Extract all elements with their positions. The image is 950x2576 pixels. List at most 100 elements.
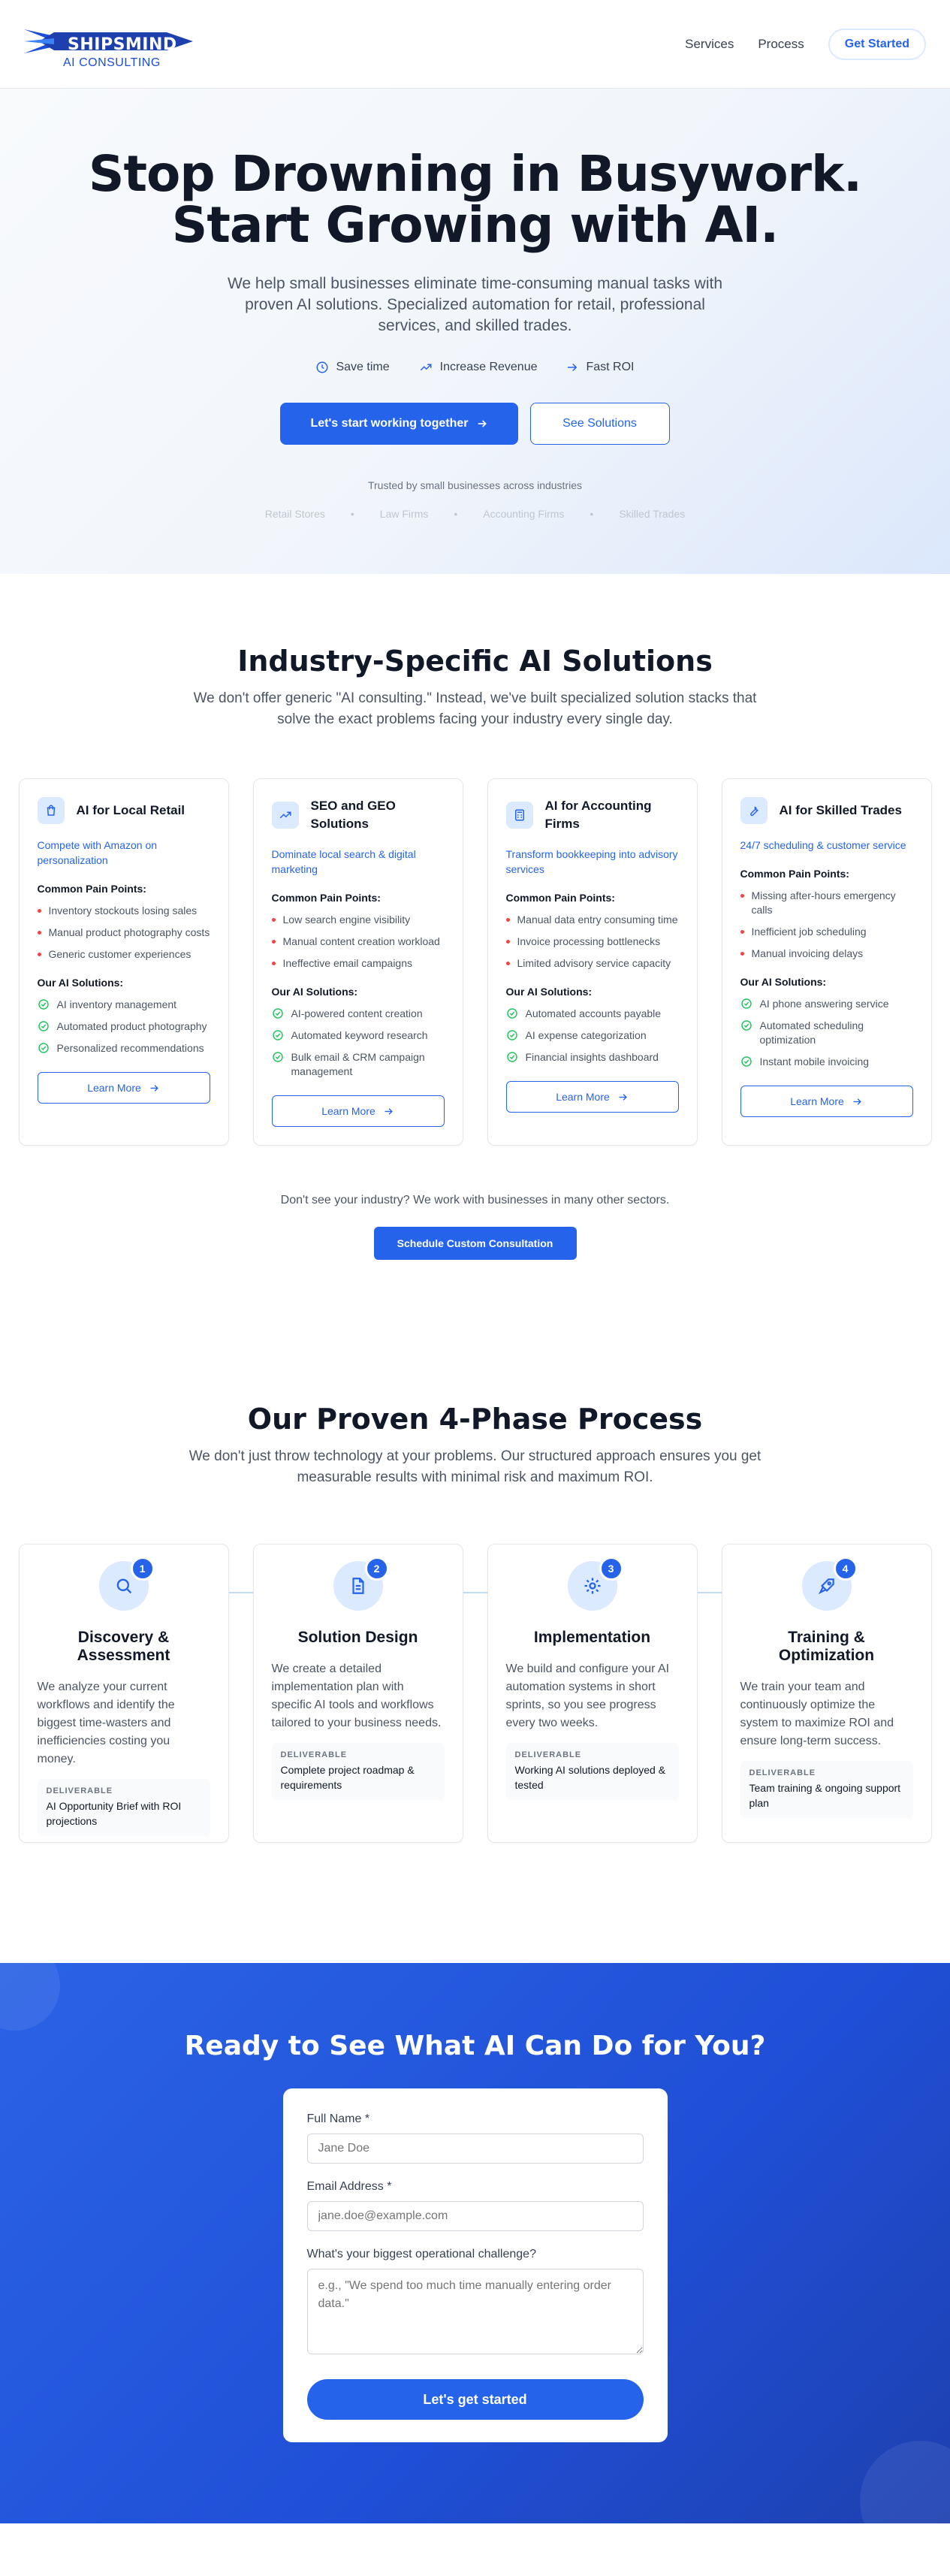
pain-point-text: Generic customer experiences [48,948,192,960]
bullet-dot [271,962,276,965]
pain-points-list: Manual data entry consuming time Invoice … [505,913,679,971]
check-circle-icon [272,1051,284,1079]
solution-text: AI phone answering service [759,998,889,1010]
logo-name: SHIPSMIND [68,35,177,54]
arrow-right-icon [617,1092,629,1103]
phase-icon-wrap: 2 [333,1557,389,1611]
process-title: Our Proven 4-Phase Process [247,1403,703,1436]
hero-title: Stop Drowning in Busywork. Start Growing… [0,149,950,251]
logo-subtitle: AI CONSULTING [63,56,161,69]
arrow-right-icon [476,418,488,430]
hero-subtitle: We help small businesses eliminate time-… [227,275,723,334]
document-icon [348,1576,368,1596]
wrench-icon [740,797,768,824]
deliverable-box: DELIVERABLE AI Opportunity Brief with RO… [37,1779,210,1836]
get-started-button[interactable]: Get Started [828,28,926,60]
logo[interactable]: SHIPSMIND AI CONSULTING [24,20,197,69]
solution-text: Bulk email & CRM campaign management [291,1051,425,1077]
industry-cards: AI for Local Retail Compete with Amazon … [0,778,950,1146]
industry-title: Industry-Specific AI Solutions [237,645,713,678]
feature-save-time: Save time [315,361,390,374]
card-header: AI for Accounting Firms [505,797,679,833]
pain-point-text: Missing after-hours emergency calls [751,889,896,916]
learn-more-button[interactable]: Learn More [271,1095,445,1127]
nav-services[interactable]: Services [685,37,734,52]
cta-title: Ready to See What AI Can Do for You? [184,2031,766,2061]
bullet-dot [740,952,744,956]
trending-up-icon [271,802,299,829]
challenge-field[interactable] [306,2269,644,2354]
deliverable-label: DELIVERABLE [514,1750,582,1759]
industry-card: AI for Skilled Trades 24/7 scheduling & … [721,778,932,1146]
cta-section: Ready to See What AI Can Do for You? Ful… [0,1963,950,2523]
card-title: AI for Local Retail [76,803,185,817]
decorative-circle [0,1963,60,2031]
solution-text: Personalized recommendations [56,1042,204,1054]
solutions-heading: Our AI Solutions: [37,977,124,989]
start-working-label: Let's start working together [310,417,469,430]
solution-item: Bulk email & CRM campaign management [272,1050,445,1079]
check-circle-icon [38,1042,50,1055]
learn-more-button[interactable]: Learn More [37,1072,210,1104]
pain-point: Ineffective email campaigns [271,956,445,971]
pain-point-text: Limited advisory service capacity [517,957,671,969]
check-circle-icon [506,1007,518,1021]
pain-point-text: Manual data entry consuming time [517,914,678,926]
solutions-list: Automated accounts payable AI expense cat… [506,1007,679,1065]
separator-dot: • [350,508,354,520]
site-header: SHIPSMIND AI CONSULTING Services Process… [0,0,950,89]
industry-subtitle: We don't offer generic "AI consulting." … [193,690,757,727]
submit-button[interactable]: Let's get started [306,2379,644,2420]
pain-point: Generic customer experiences [37,947,210,962]
deliverable-value: Working AI solutions deployed & tested [514,1764,666,1791]
separator-dot: • [590,508,594,520]
learn-more-button[interactable]: Learn More [505,1081,679,1113]
process-cards: 1 Discovery & Assessment We analyze your… [0,1544,950,1843]
bullet-dot [505,940,510,944]
industry-item: Skilled Trades [619,508,686,520]
trusted-text: Trusted by small businesses across indus… [367,479,583,491]
separator-dot: • [454,508,458,520]
solutions-heading: Our AI Solutions: [740,976,827,988]
deliverable-box: DELIVERABLE Working AI solutions deploye… [505,1743,679,1800]
industry-item: Accounting Firms [483,508,565,520]
check-circle-icon [740,1055,752,1069]
pain-point-text: Invoice processing bottlenecks [517,935,661,947]
arrow-right-icon [383,1106,394,1117]
deliverable-value: AI Opportunity Brief with ROI projection… [46,1800,182,1827]
phase-description: We build and configure your AI automatio… [505,1662,670,1729]
learn-more-label: Learn More [321,1105,375,1117]
solution-text: Automated scheduling optimization [759,1019,864,1046]
email-label: Email Address * [306,2180,392,2193]
industry-card: AI for Local Retail Compete with Amazon … [18,778,229,1146]
pain-point: Low search engine visibility [271,913,445,927]
check-circle-icon [38,998,50,1012]
card-tagline: Dominate local search & digital marketin… [271,848,416,875]
solution-item: Instant mobile invoicing [740,1055,913,1069]
learn-more-button[interactable]: Learn More [740,1086,913,1117]
solutions-list: AI inventory management Automated product… [38,998,210,1055]
email-field[interactable] [306,2201,644,2231]
clock-icon [315,361,329,374]
solution-item: Personalized recommendations [38,1041,210,1055]
phase-title: Implementation [533,1629,651,1646]
solution-item: Automated keyword research [272,1028,445,1043]
nav-process[interactable]: Process [758,37,804,52]
pain-points-list: Inventory stockouts losing sales Manual p… [37,904,210,962]
start-working-button[interactable]: Let's start working together [280,403,518,445]
bullet-dot [37,953,41,956]
trending-up-icon [418,361,433,374]
pain-point-text: Manual content creation workload [282,935,440,947]
schedule-consultation-button[interactable]: Schedule Custom Consultation [373,1227,577,1260]
solutions-list: AI-powered content creation Automated key… [272,1007,445,1079]
calculator-icon [505,802,533,829]
pain-point: Inventory stockouts losing sales [37,904,210,918]
process-card: 1 Discovery & Assessment We analyze your… [18,1544,229,1843]
name-field[interactable] [306,2134,644,2164]
phase-description: We train your team and continuously opti… [740,1681,894,1747]
phase-icon-wrap: 1 [98,1557,155,1611]
feature-increase-revenue: Increase Revenue [418,361,537,374]
see-solutions-button[interactable]: See Solutions [529,403,670,445]
card-tagline: 24/7 scheduling & customer service [740,839,906,851]
pain-point: Inefficient job scheduling [740,925,913,939]
